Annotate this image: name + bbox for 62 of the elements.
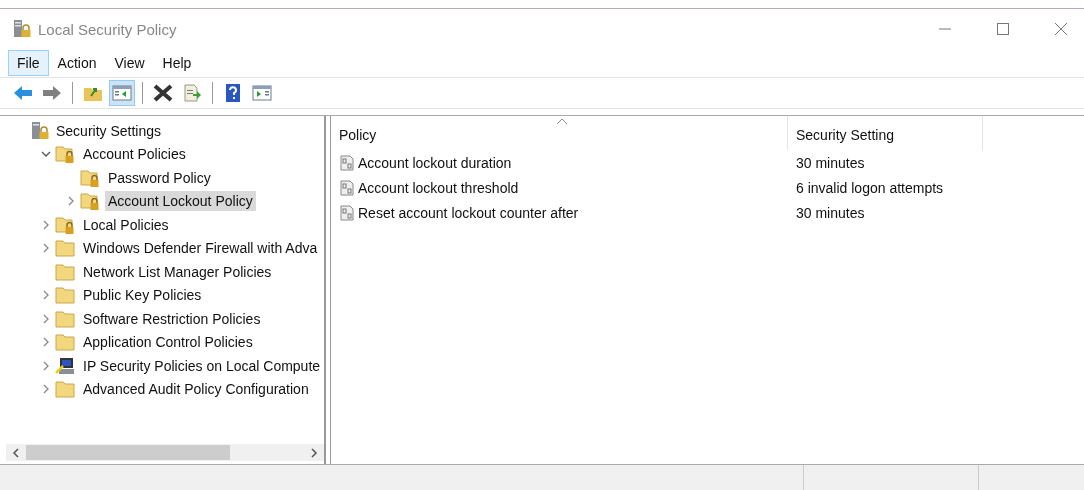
tree-item[interactable]: Application Control Policies xyxy=(80,332,256,353)
menu-item[interactable]: Help xyxy=(153,50,201,76)
expand-chevron-icon[interactable] xyxy=(41,337,51,348)
policy-setting-icon xyxy=(339,204,355,221)
tree-item[interactable]: Account Lockout Policy xyxy=(105,191,256,212)
expand-chevron-icon[interactable] xyxy=(41,313,51,324)
policy-name[interactable]: Account lockout duration xyxy=(358,154,512,171)
scroll-right-icon[interactable] xyxy=(310,447,318,458)
app-icon xyxy=(12,19,32,39)
locked-folder-icon xyxy=(55,214,77,235)
tree-item[interactable]: Security Settings xyxy=(53,120,165,141)
policy-setting-icon xyxy=(339,154,355,171)
folder-icon xyxy=(55,285,77,306)
tree-item[interactable]: Advanced Audit Policy Configuration xyxy=(80,379,312,400)
close-icon[interactable] xyxy=(1054,22,1068,36)
folder-icon xyxy=(55,379,77,400)
pane-button[interactable] xyxy=(109,80,135,106)
tree-item[interactable]: Windows Defender Firewall with Adva xyxy=(80,238,321,259)
menu-item[interactable]: Action xyxy=(48,50,106,76)
tree-item[interactable]: Software Restriction Policies xyxy=(80,308,264,329)
window-panel-icon xyxy=(252,85,272,101)
window-pane-icon xyxy=(112,85,132,101)
folder-icon xyxy=(55,308,77,329)
maximize-icon[interactable] xyxy=(996,22,1010,36)
column-header[interactable]: Security Setting xyxy=(788,116,983,150)
horizontal-scrollbar[interactable] xyxy=(6,444,324,461)
tree-item[interactable]: Network List Manager Policies xyxy=(80,261,275,282)
tree-item[interactable]: Password Policy xyxy=(105,167,214,188)
security-setting: 30 minutes xyxy=(795,154,866,171)
expand-chevron-icon[interactable] xyxy=(41,243,51,254)
tree-item[interactable]: Local Policies xyxy=(80,214,172,235)
security-setting: 6 invalid logon attempts xyxy=(795,179,945,196)
tree-item[interactable]: Account Policies xyxy=(80,144,189,165)
delete-icon xyxy=(153,84,173,102)
tree-item[interactable]: Public Key Policies xyxy=(80,285,205,306)
forward-arrow-icon xyxy=(42,85,62,101)
computer-key-icon xyxy=(55,355,77,376)
export-list-icon xyxy=(182,84,202,102)
folder-icon xyxy=(55,332,77,353)
folder-icon xyxy=(55,261,77,282)
policy-setting-icon xyxy=(339,179,355,196)
security-setting: 30 minutes xyxy=(795,204,866,221)
column-header[interactable]: Policy xyxy=(331,116,788,150)
expand-chevron-icon[interactable] xyxy=(66,196,76,207)
expand-chevron-icon[interactable] xyxy=(41,219,51,230)
menu-item[interactable]: View xyxy=(105,50,154,76)
locked-folder-icon xyxy=(80,167,102,188)
back-arrow-icon xyxy=(13,85,33,101)
expand-chevron-icon[interactable] xyxy=(41,360,51,371)
expand-chevron-icon[interactable] xyxy=(41,384,51,395)
window-title: Local Security Policy xyxy=(38,20,177,38)
expand-chevron-icon[interactable] xyxy=(41,290,51,301)
folder-icon xyxy=(55,238,77,259)
locked-folder-icon xyxy=(80,191,102,212)
menu-item[interactable]: File xyxy=(8,50,49,76)
policy-name[interactable]: Reset account lockout counter after xyxy=(358,204,579,221)
server-lock-icon xyxy=(30,120,50,141)
policy-name[interactable]: Account lockout threshold xyxy=(358,179,519,196)
tree-item[interactable]: IP Security Policies on Local Compute xyxy=(80,355,324,376)
scroll-left-icon[interactable] xyxy=(12,447,20,458)
locked-folder-icon xyxy=(55,144,77,165)
help-icon xyxy=(224,83,242,103)
